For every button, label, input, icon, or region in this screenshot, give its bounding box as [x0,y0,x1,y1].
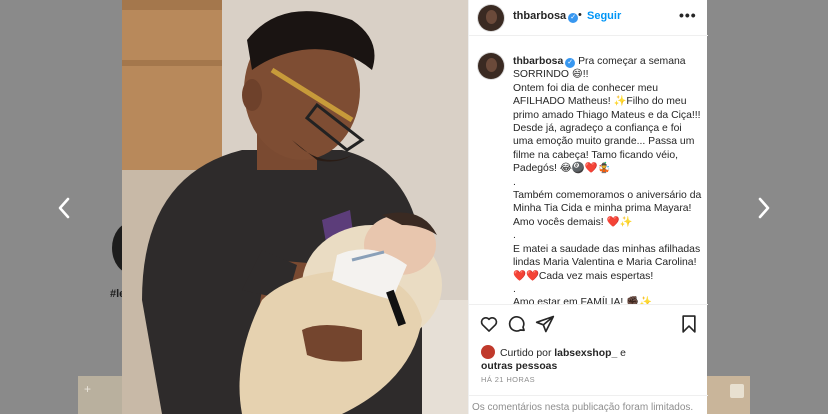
avatar[interactable] [481,345,495,359]
verified-badge-icon: ✓ [568,13,579,23]
avatar[interactable] [478,5,504,31]
bookmark-icon [682,315,696,333]
caption-section: thbarbosa ✓ Pra começar a semana SORRINDO… [469,36,708,304]
avatar[interactable] [478,53,504,79]
background-thumbnail-right [706,376,750,414]
post-photo-illustration [122,0,468,414]
paper-plane-icon [535,315,555,333]
comment-button[interactable] [507,314,527,334]
likes-summary: Curtido por labsexshop_ e outras pessoas [481,345,701,373]
post-details-panel: thbarbosa ✓ • Seguir ••• thbarbosa ✓ Pra c… [468,0,708,414]
post-actions: Curtido por labsexshop_ e outras pessoas … [469,304,708,414]
verified-badge-icon: ✓ [565,58,576,68]
post-header: thbarbosa ✓ • Seguir ••• [469,0,708,36]
next-post-button[interactable] [754,196,774,226]
header-separator: • [578,9,582,21]
chevron-right-icon [758,197,770,219]
post-timestamp[interactable]: HÁ 21 HORAS [481,375,535,384]
chevron-left-icon [58,197,70,219]
likes-connector: e [620,348,626,359]
background-thumbnail-left: + [78,376,122,414]
multi-photo-icon [730,384,744,398]
caption-text: thbarbosa ✓ Pra começar a semana SORRINDO… [513,55,703,304]
comment-icon [508,316,525,332]
share-button[interactable] [535,314,555,334]
caption-username[interactable]: thbarbosa [513,56,563,67]
more-options-icon[interactable]: ••• [679,7,697,23]
likes-prefix: Curtido por [500,348,552,359]
author-username[interactable]: thbarbosa ✓ [513,10,579,23]
heart-icon [480,316,498,332]
liker-username[interactable]: labsexshop_ [554,348,617,359]
previous-post-button[interactable] [54,196,74,226]
post-photo[interactable] [122,0,468,414]
username-text[interactable]: thbarbosa [513,10,566,22]
save-button[interactable] [679,314,699,334]
caption-body: Pra começar a semana SORRINDO 😄!! Ontem … [513,56,702,304]
like-button[interactable] [479,314,499,334]
comments-limited-notice: Os comentários nesta publicação foram li… [469,395,708,414]
follow-button[interactable]: Seguir [587,10,621,22]
plus-icon: + [84,382,92,396]
others-link[interactable]: outras pessoas [481,361,557,372]
